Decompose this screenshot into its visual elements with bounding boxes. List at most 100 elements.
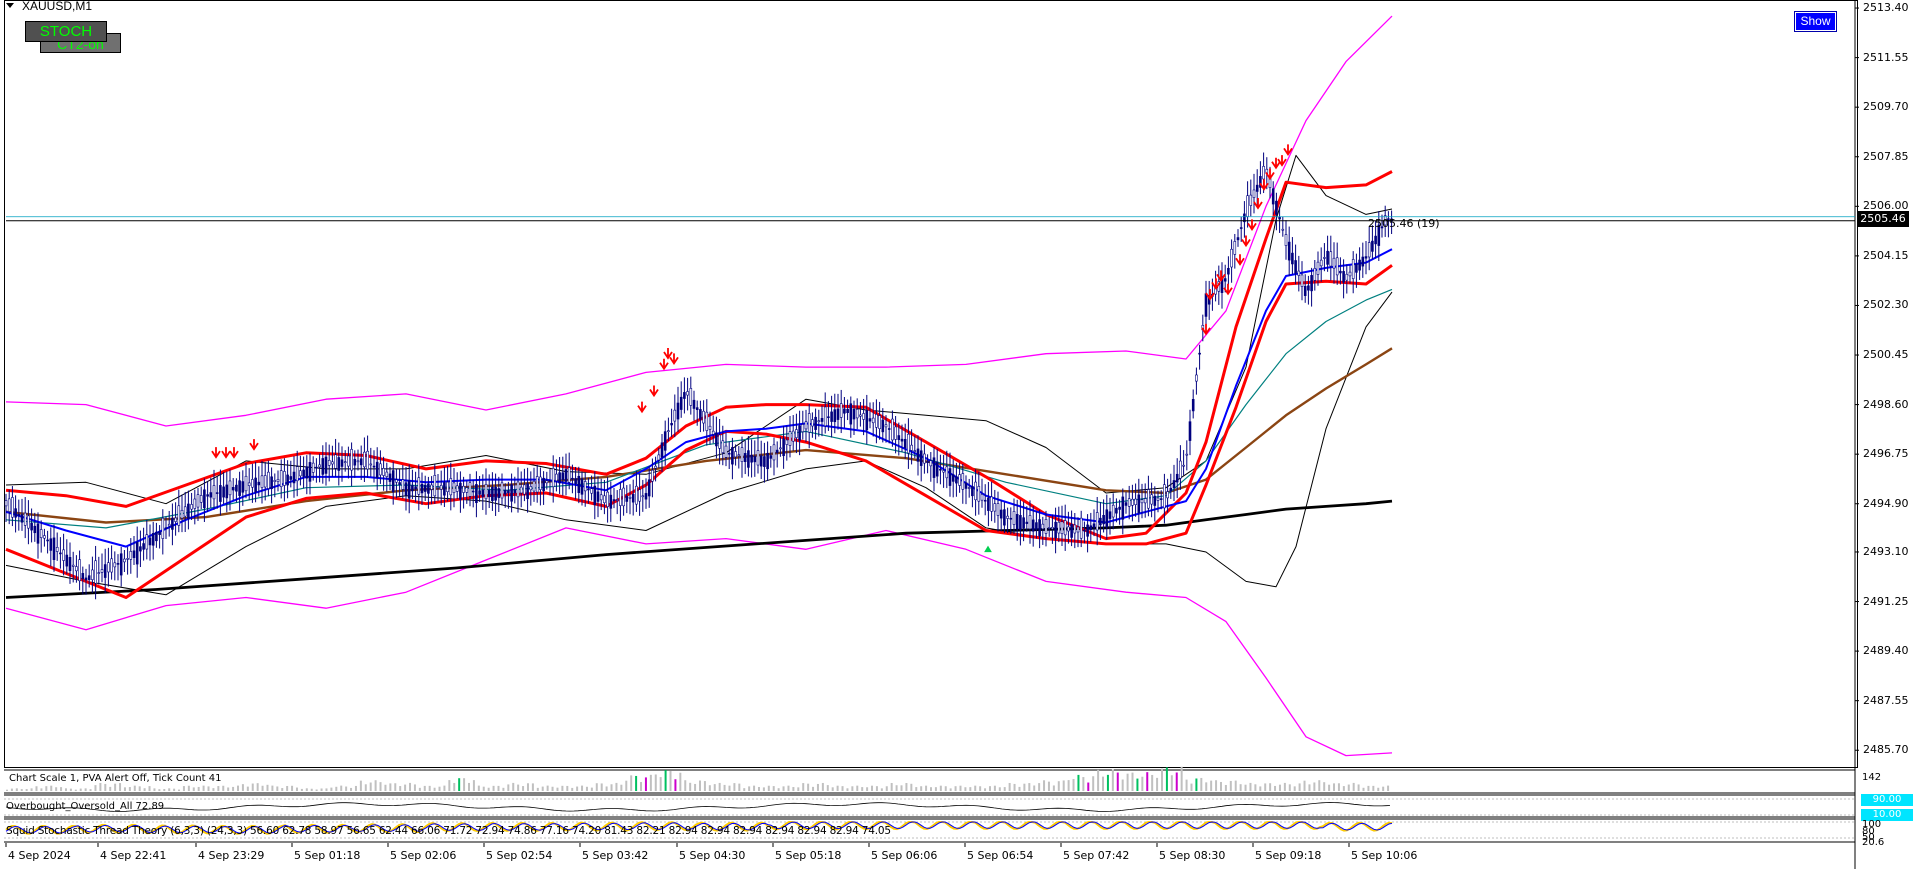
candle-body [961,473,965,490]
y-tick-label: 2498.60 [1863,397,1909,411]
volume-bar [69,788,72,791]
volume-bar [418,787,421,791]
x-tick-label: 5 Sep 03:42 [582,849,649,862]
volume-bar [1274,785,1277,791]
volume-bar [468,782,470,791]
volume-bar [15,788,18,791]
volume-bar [1224,784,1227,791]
candle-body [811,419,814,427]
candle-body [1035,522,1038,530]
volume-bar [1357,784,1360,791]
candle-body [199,495,203,503]
y-tick-label: 2494.90 [1863,496,1909,510]
candle-body [510,484,513,502]
volume-bar [182,786,185,791]
candle-body [1115,507,1118,514]
candle-body [1339,270,1342,274]
volume-bar [826,785,829,791]
volume-bar [620,784,623,791]
candle-body [1323,257,1326,259]
volume-bar [531,783,534,791]
volume-bar [330,787,333,791]
candle-body [30,523,33,531]
candle-body [193,498,197,509]
volume-bar [45,786,48,791]
candle-body [769,455,773,459]
candle-body [625,495,629,502]
volume-bar [1072,779,1075,791]
candle-body [401,479,405,490]
volume-bar [374,780,377,791]
volume-bar [325,788,328,791]
candle-body [343,461,347,464]
volume-bar [433,787,436,791]
volume-bar [841,786,844,791]
candle-body [78,559,81,582]
candle-body [1332,257,1336,269]
candle-body [766,452,769,470]
candle-body [1137,494,1141,514]
volume-bar [384,784,387,791]
candle-body [235,484,238,492]
candle-body [993,503,997,512]
candle-body [750,454,753,463]
candle-body [52,537,56,560]
candle-body [1105,509,1109,528]
candle-body [1326,250,1329,265]
stoch-button[interactable]: STOCH [25,21,107,42]
candle-body [939,468,942,471]
candle-body [1227,267,1230,275]
candle-body [1172,480,1176,489]
volume-bar [512,782,515,791]
volume-bar [615,782,618,791]
symbol-menu-arrow-icon[interactable] [6,3,14,8]
candle-body [596,491,600,502]
volume-bar [890,782,893,791]
candle-body [667,430,670,432]
volume-bar [1121,779,1124,791]
candle-body [244,475,248,492]
volume-bar [192,787,195,791]
candle-body [1361,256,1365,267]
volume-bar [969,787,972,791]
candle-body [1284,234,1288,246]
candle-body [321,458,325,475]
candle-body [999,509,1003,519]
candle-body [59,552,62,555]
volume-bar [920,786,923,791]
candle-body [251,479,254,488]
candle-body [23,512,27,526]
candle-body [971,486,974,497]
candle-body [180,509,184,519]
volume-bar [404,784,407,791]
candle-body [55,547,59,552]
volume-bar [861,787,864,791]
candle-body [983,499,987,502]
volume-bar [119,783,122,791]
candle-body [603,495,606,504]
candle-body [852,408,856,420]
candle-body [628,496,632,499]
volume-bar [644,777,647,791]
volume-bar [305,788,308,791]
volume-bar [1151,774,1154,791]
candle-body [798,425,801,441]
candle-body [1147,489,1150,509]
candle-body [721,440,725,453]
volume-bar [674,779,677,791]
candle-body [897,435,901,440]
volume-bar [1249,782,1252,791]
price-chart[interactable] [0,0,1920,869]
volume-bar [232,786,235,791]
candle-body [548,479,552,482]
candle-body [292,471,296,484]
candle-body [513,489,517,494]
candle-body [926,461,929,463]
candle-body [68,557,72,572]
candle-body [1188,421,1192,441]
candle-body [791,430,795,442]
show-button[interactable]: Show [1794,11,1837,32]
current-price-tag: 2505.46 [1857,211,1909,227]
candle-body [315,466,318,469]
volume-bar [1165,767,1168,791]
